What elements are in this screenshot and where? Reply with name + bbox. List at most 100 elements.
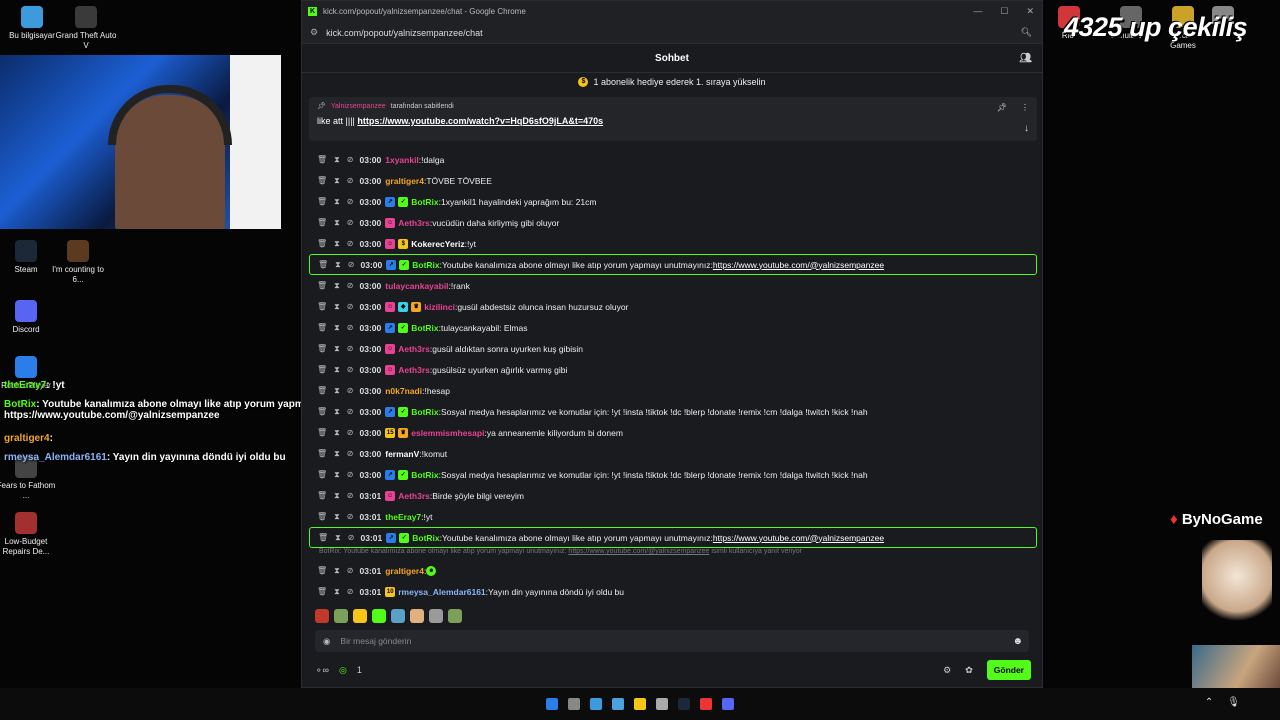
username[interactable]: BotRix [412, 260, 439, 270]
emote-icon[interactable] [391, 609, 405, 623]
emote-icon[interactable] [334, 609, 348, 623]
search-icon[interactable] [568, 698, 580, 710]
username[interactable]: graltiger4 [385, 176, 424, 186]
desktop-icon[interactable]: I'm counting to 6... [46, 240, 110, 285]
reply-note-link[interactable]: https://www.youtube.com/@yalnizsempanzee [568, 548, 709, 555]
delete-icon[interactable]: 🗑︎ [317, 239, 327, 249]
ban-icon[interactable]: ⊘ [347, 239, 354, 249]
zoom-icon[interactable]: 🔍︎ [1021, 27, 1032, 38]
pinned-link[interactable]: https://www.youtube.com/watch?v=HqD6sfO9… [357, 116, 603, 126]
delete-icon[interactable]: 🗑︎ [317, 323, 327, 333]
timeout-icon[interactable]: ⧗ [334, 386, 340, 396]
delete-icon[interactable]: 🗑︎ [317, 428, 327, 438]
delete-icon[interactable]: 🗑︎ [317, 470, 327, 480]
kick-points-icon[interactable]: ⚬∞ [315, 665, 329, 676]
ban-icon[interactable]: ⊘ [347, 428, 354, 438]
timeout-icon[interactable]: ⧗ [334, 428, 340, 438]
timeout-icon[interactable]: ⧗ [334, 587, 340, 597]
username[interactable]: BotRix [411, 470, 438, 480]
explorer-icon[interactable] [612, 698, 624, 710]
ban-icon[interactable]: ⊘ [347, 407, 354, 417]
timeout-icon[interactable]: ⧗ [334, 176, 340, 186]
delete-icon[interactable]: 🗑︎ [317, 512, 327, 522]
delete-icon[interactable]: 🗑︎ [317, 344, 327, 354]
ban-icon[interactable]: ⊘ [347, 566, 354, 576]
timeout-icon[interactable]: ⧗ [334, 344, 340, 354]
desktop-icon[interactable]: Grand Theft Auto V [54, 6, 118, 51]
timeout-icon[interactable]: ⧗ [334, 365, 340, 375]
message-link[interactable]: https://www.youtube.com/@yalnizsempanzee [713, 260, 884, 270]
steam-icon[interactable] [678, 698, 690, 710]
timeout-icon[interactable]: ⧗ [334, 470, 340, 480]
timeout-icon[interactable]: ⧗ [335, 533, 341, 543]
site-info-icon[interactable]: ⚙ [310, 27, 318, 38]
task-view-icon[interactable] [590, 698, 602, 710]
chrome-icon[interactable] [700, 698, 712, 710]
emote-icon[interactable] [315, 609, 329, 623]
delete-icon[interactable]: 🗑︎ [317, 386, 327, 396]
ban-icon[interactable]: ⊘ [347, 218, 354, 228]
username[interactable]: BotRix [411, 323, 438, 333]
ban-icon[interactable]: ⊘ [347, 302, 354, 312]
delete-icon[interactable]: 🗑︎ [317, 491, 327, 501]
timeout-icon[interactable]: ⧗ [335, 260, 341, 270]
ban-icon[interactable]: ⊘ [347, 365, 354, 375]
username[interactable]: BotRix [412, 533, 439, 543]
ban-icon[interactable]: ⊘ [348, 260, 355, 270]
emote-icon[interactable] [410, 609, 424, 623]
users-icon[interactable]: 👥︎ [1019, 53, 1032, 64]
username[interactable]: fermanV [385, 449, 419, 459]
message-link-anchor[interactable]: https://www.youtube.com/@yalnizsempanzee [713, 533, 884, 543]
username[interactable]: Aeth3rs [398, 365, 430, 375]
desktop-icon[interactable]: Discord [0, 300, 58, 335]
username[interactable]: graltiger4 [385, 566, 424, 576]
timeout-icon[interactable]: ⧗ [334, 566, 340, 576]
username[interactable]: BotRix [411, 197, 438, 207]
emote-icon[interactable] [353, 609, 367, 623]
emote-icon[interactable] [448, 609, 462, 623]
timeout-icon[interactable]: ⧗ [334, 281, 340, 291]
delete-icon[interactable]: 🗑︎ [317, 281, 327, 291]
ban-icon[interactable]: ⊘ [348, 533, 355, 543]
ban-icon[interactable]: ⊘ [347, 587, 354, 597]
ban-icon[interactable]: ⊘ [347, 449, 354, 459]
timeout-icon[interactable]: ⧗ [334, 302, 340, 312]
timeout-icon[interactable]: ⧗ [334, 491, 340, 501]
folder-icon[interactable] [634, 698, 646, 710]
sub-gift-banner[interactable]: $ 1 abonelik hediye ederek 1. sıraya yük… [302, 73, 1042, 91]
delete-icon[interactable]: 🗑︎ [317, 176, 327, 186]
username[interactable]: BotRix [411, 407, 438, 417]
discord-icon[interactable] [722, 698, 734, 710]
desktop-icon[interactable]: Low-Budget Repairs De... [0, 512, 58, 557]
delete-icon[interactable]: 🗑︎ [317, 218, 327, 228]
ban-icon[interactable]: ⊘ [347, 323, 354, 333]
username[interactable]: Aeth3rs [398, 344, 430, 354]
tray-chevron-icon[interactable]: ⌃ [1205, 697, 1213, 708]
message-link[interactable]: https://www.youtube.com/@yalnizsempanzee [713, 533, 884, 543]
timeout-icon[interactable]: ⧗ [334, 407, 340, 417]
maximize-icon[interactable]: ☐ [1000, 6, 1008, 17]
ban-icon[interactable]: ⊘ [347, 491, 354, 501]
timeout-icon[interactable]: ⧗ [334, 155, 340, 165]
ban-icon[interactable]: ⊘ [347, 281, 354, 291]
minimize-icon[interactable]: — [973, 6, 982, 17]
timeout-icon[interactable]: ⧗ [334, 512, 340, 522]
username[interactable]: KokerecYeriz [411, 239, 464, 249]
timeout-icon[interactable]: ⧗ [334, 239, 340, 249]
username[interactable]: tulaycankayabil [385, 281, 448, 291]
timeout-icon[interactable]: ⧗ [334, 449, 340, 459]
delete-icon[interactable]: 🗑︎ [317, 407, 327, 417]
username[interactable]: kizilinci [424, 302, 455, 312]
unpin-icon[interactable]: 📌︎ [997, 103, 1007, 112]
emote-icon[interactable] [429, 609, 443, 623]
message-link-anchor[interactable]: https://www.youtube.com/@yalnizsempanzee [713, 260, 884, 270]
delete-icon[interactable]: 🗑︎ [318, 533, 328, 543]
ban-icon[interactable]: ⊘ [347, 386, 354, 396]
timeout-icon[interactable]: ⧗ [334, 218, 340, 228]
delete-icon[interactable]: 🗑︎ [317, 365, 327, 375]
pinned-by-user[interactable]: Yalnizsempanzee [331, 103, 386, 110]
ban-icon[interactable]: ⊘ [347, 155, 354, 165]
expand-down-icon[interactable]: ↓ [1024, 123, 1029, 134]
send-button[interactable]: Gönder [986, 660, 1031, 680]
chat-input[interactable]: ◉ Bir mesaj gönderin ☻ [315, 630, 1029, 652]
